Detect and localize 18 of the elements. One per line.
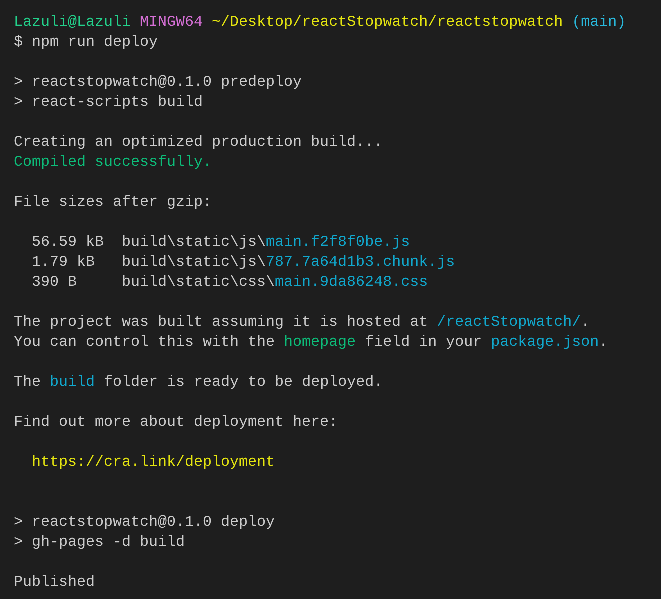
terminal-line: Creating an optimized production build...: [14, 133, 384, 153]
terminal-line: Compiled successfully.: [14, 153, 212, 173]
terminal-line: > react-scripts build: [14, 93, 204, 113]
terminal-line: 1.79 kB build\static\js\787.7a64d1b3.chunk.js: [31, 253, 456, 273]
terminal-line: The project was built assuming it is hosted at /reactStopwatch/.: [14, 313, 590, 333]
terminal-line: $ npm run deploy: [14, 33, 158, 53]
terminal-line: File sizes after gzip:: [14, 193, 212, 213]
terminal-line: The build folder is ready to be deployed.: [14, 373, 384, 393]
terminal-line: > reactstopwatch@0.1.0 predeploy: [14, 73, 302, 93]
terminal-line: 390 B build\static\css\main.9da86248.css: [31, 273, 428, 293]
terminal-line: You can control this with the homepage field in your package.json.: [14, 333, 608, 353]
terminal-line: > gh-pages -d build: [14, 533, 186, 553]
terminal-line: Published: [14, 573, 96, 593]
terminal-line: Lazuli@Lazuli MINGW64 ~/Desktop/reactStopwatch/reactstopwatch (main): [14, 13, 626, 33]
terminal-line: https://cra.link/deployment: [31, 453, 276, 473]
terminal-line: Find out more about deployment here:: [14, 413, 338, 433]
terminal-line: > reactstopwatch@0.1.0 deploy: [14, 513, 276, 533]
terminal-line: 56.59 kB build\static\js\main.f2f8f0be.js: [31, 233, 410, 253]
